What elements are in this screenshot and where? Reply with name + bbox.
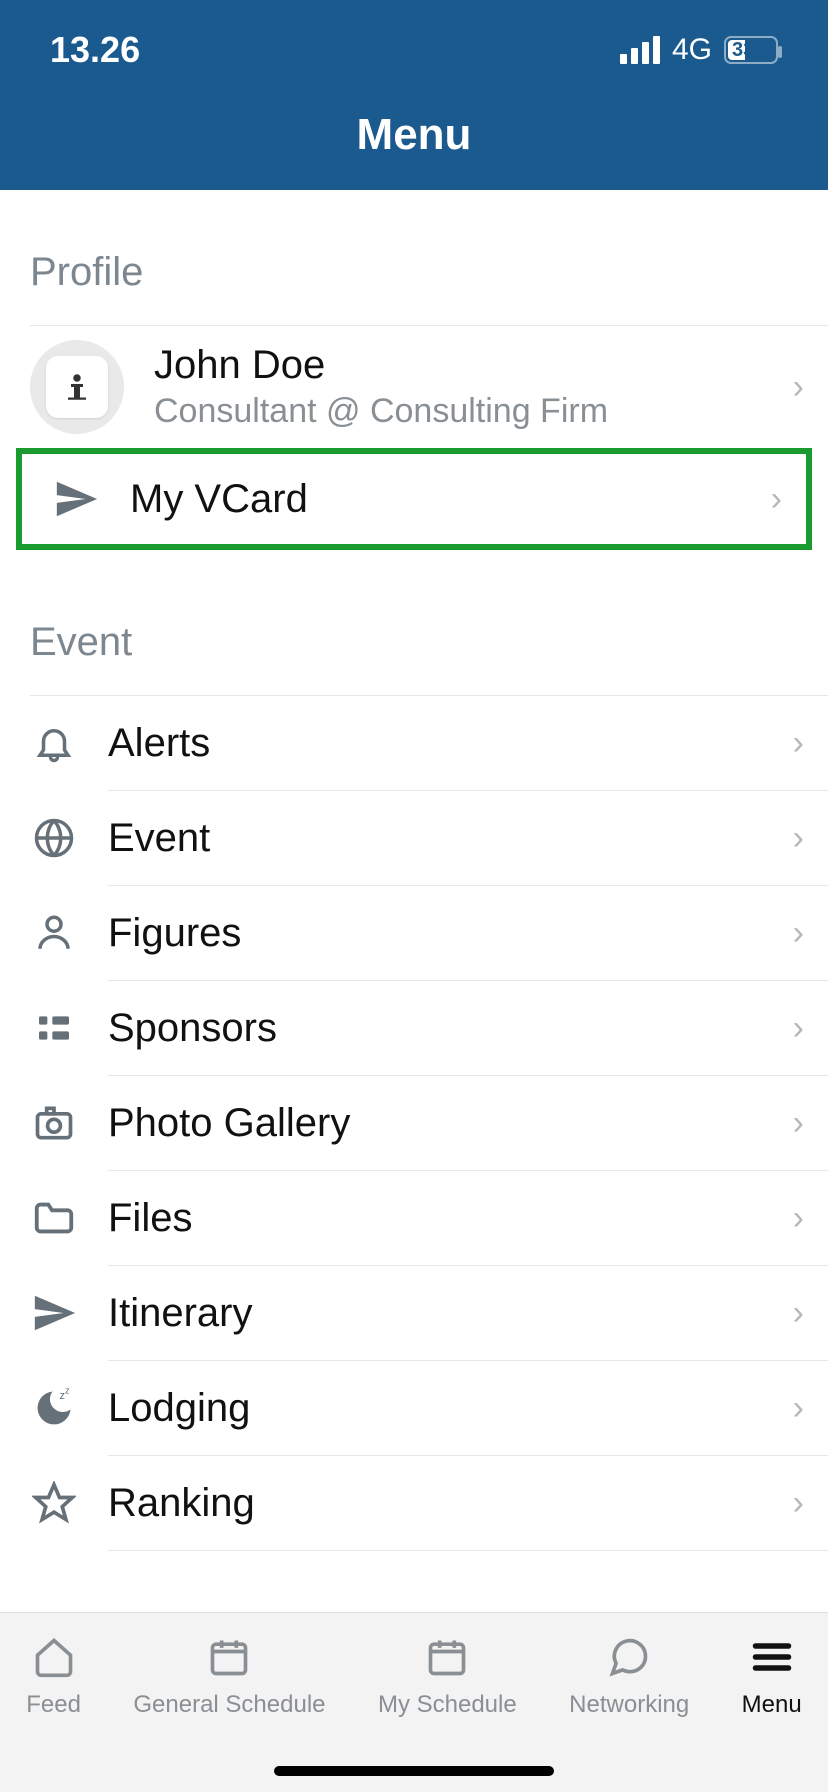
sponsors-row[interactable]: Sponsors › <box>0 981 828 1075</box>
calendar-icon <box>425 1631 469 1683</box>
paper-plane-icon <box>22 476 130 522</box>
itinerary-label: Itinerary <box>108 1291 793 1336</box>
alerts-row[interactable]: Alerts › <box>0 696 828 790</box>
profile-subtitle: Consultant @ Consulting Firm <box>154 392 763 431</box>
section-header-event: Event <box>0 550 828 695</box>
alerts-label: Alerts <box>108 721 793 766</box>
bell-icon <box>0 722 108 764</box>
event-row[interactable]: Event › <box>0 791 828 885</box>
figures-label: Figures <box>108 911 793 956</box>
sponsors-label: Sponsors <box>108 1006 793 1051</box>
battery-icon: 33 <box>724 36 778 64</box>
lodging-label: Lodging <box>108 1386 793 1431</box>
itinerary-row[interactable]: Itinerary › <box>0 1266 828 1360</box>
battery-percent: 33 <box>732 39 754 62</box>
person-icon <box>0 912 108 954</box>
network-label: 4G <box>672 33 712 67</box>
chevron-right-icon: › <box>793 368 804 407</box>
signal-icon <box>620 36 660 64</box>
tab-my-schedule[interactable]: My Schedule <box>378 1631 517 1719</box>
tab-bar: Feed General Schedule My Schedule Networ… <box>0 1612 828 1792</box>
profile-name: John Doe <box>154 343 763 388</box>
globe-icon <box>0 817 108 859</box>
camera-icon <box>0 1101 108 1145</box>
lodging-row[interactable]: zz Lodging › <box>0 1361 828 1455</box>
status-bar: 13.26 4G 33 <box>0 0 828 100</box>
moon-sleep-icon: zz <box>0 1386 108 1430</box>
hamburger-icon <box>750 1631 794 1683</box>
page-title: Menu <box>357 110 472 160</box>
status-time: 13.26 <box>50 29 140 71</box>
my-vcard-label: My VCard <box>130 477 771 522</box>
chevron-right-icon: › <box>793 1389 804 1428</box>
tab-feed[interactable]: Feed <box>26 1631 81 1719</box>
my-vcard-row[interactable]: My VCard › <box>22 454 806 544</box>
folder-icon <box>0 1195 108 1241</box>
home-icon <box>32 1631 76 1683</box>
tab-my-schedule-label: My Schedule <box>378 1691 517 1719</box>
tab-general-schedule-label: General Schedule <box>133 1691 325 1719</box>
tab-general-schedule[interactable]: General Schedule <box>133 1631 325 1719</box>
star-icon <box>0 1481 108 1525</box>
chevron-right-icon: › <box>793 1009 804 1048</box>
chevron-right-icon: › <box>793 1104 804 1143</box>
calendar-icon <box>207 1631 251 1683</box>
chevron-right-icon: › <box>793 914 804 953</box>
profile-row[interactable]: John Doe Consultant @ Consulting Firm › <box>0 326 828 448</box>
svg-text:z: z <box>65 1386 70 1395</box>
chevron-right-icon: › <box>793 819 804 858</box>
figures-row[interactable]: Figures › <box>0 886 828 980</box>
tab-menu[interactable]: Menu <box>742 1631 802 1719</box>
files-label: Files <box>108 1196 793 1241</box>
chat-icon <box>607 1631 651 1683</box>
chevron-right-icon: › <box>793 1294 804 1333</box>
avatar <box>30 340 124 434</box>
chevron-right-icon: › <box>793 724 804 763</box>
home-indicator <box>274 1766 554 1776</box>
event-label: Event <box>108 816 793 861</box>
chevron-right-icon: › <box>771 480 782 519</box>
photo-gallery-label: Photo Gallery <box>108 1101 793 1146</box>
title-bar: Menu <box>0 100 828 190</box>
tab-feed-label: Feed <box>26 1691 81 1719</box>
tab-networking[interactable]: Networking <box>569 1631 689 1719</box>
tab-networking-label: Networking <box>569 1691 689 1719</box>
photo-gallery-row[interactable]: Photo Gallery › <box>0 1076 828 1170</box>
speaker-icon <box>59 369 95 405</box>
ranking-label: Ranking <box>108 1481 793 1526</box>
ranking-row[interactable]: Ranking › <box>0 1456 828 1550</box>
chevron-right-icon: › <box>793 1199 804 1238</box>
content-area: Profile John Doe Consultant @ Consulting… <box>0 190 828 1612</box>
chevron-right-icon: › <box>793 1484 804 1523</box>
files-row[interactable]: Files › <box>0 1171 828 1265</box>
tab-menu-label: Menu <box>742 1691 802 1719</box>
paper-plane-icon <box>0 1290 108 1336</box>
grid-icon <box>0 1008 108 1048</box>
highlight-box: My VCard › <box>16 448 812 550</box>
section-header-profile: Profile <box>0 190 828 325</box>
